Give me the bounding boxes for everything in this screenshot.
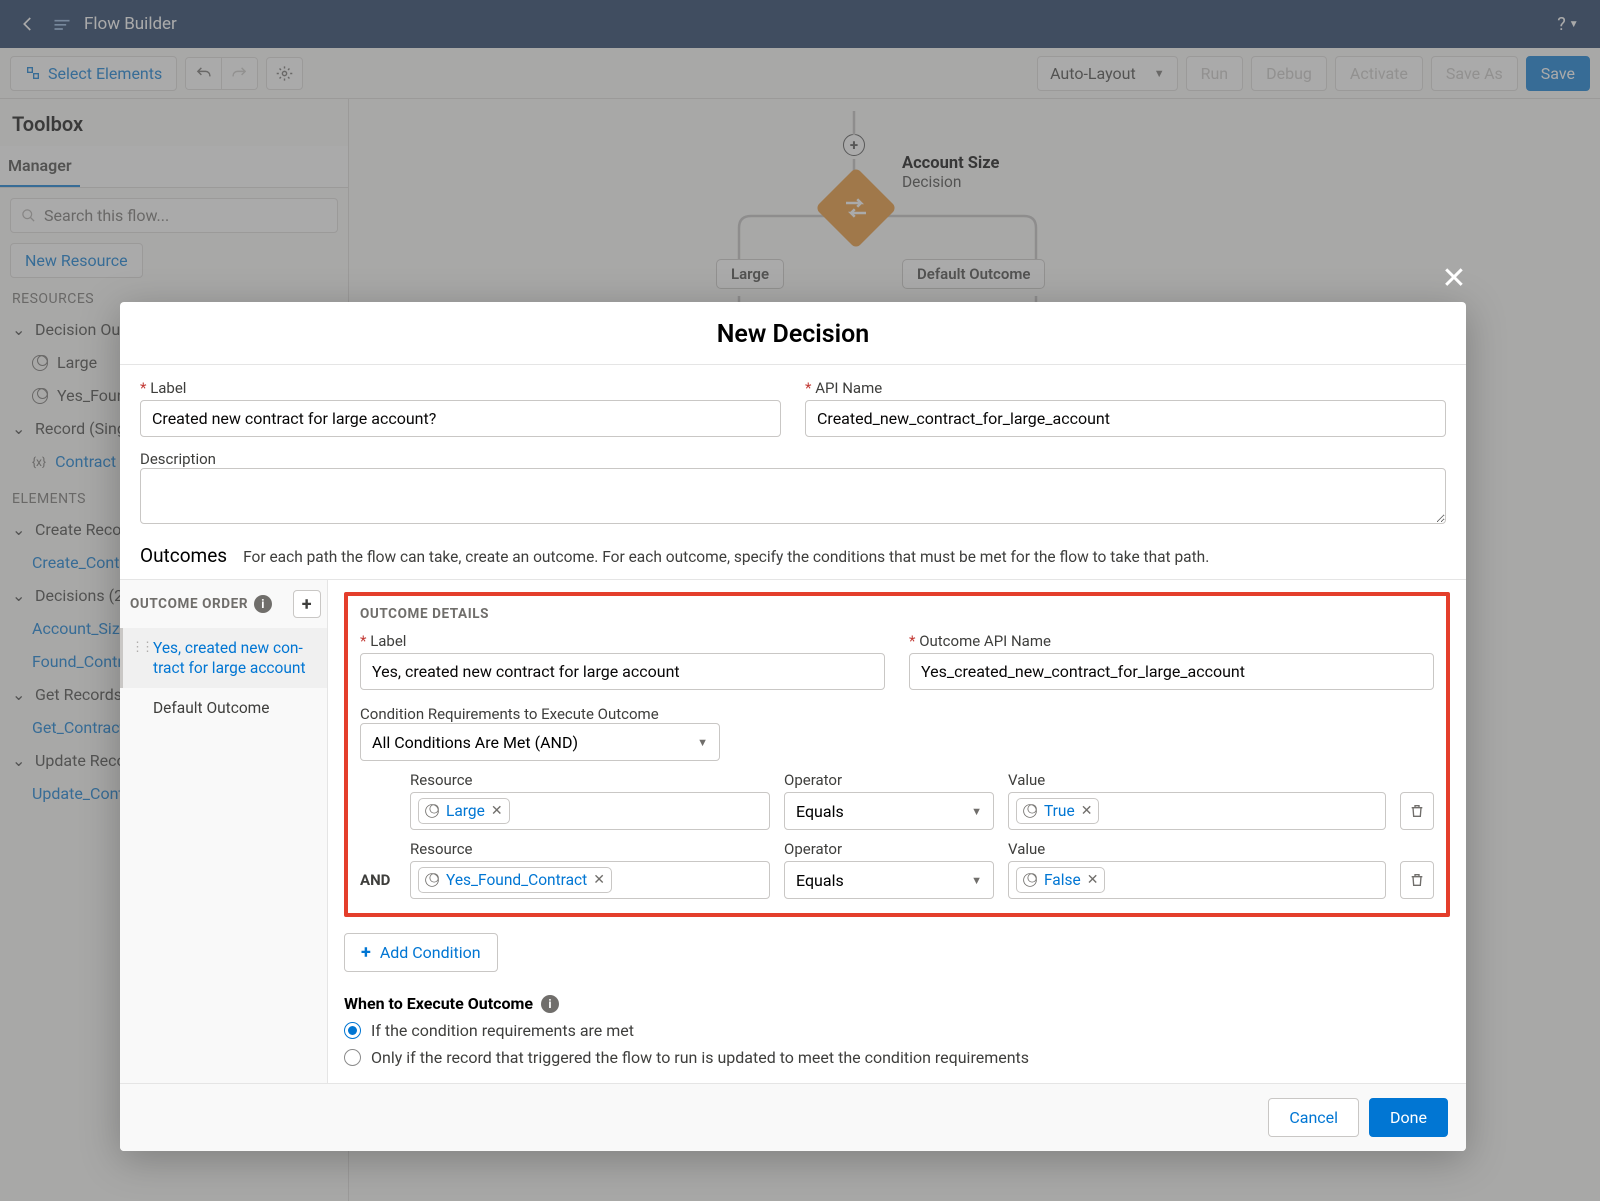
radio-icon	[344, 1022, 361, 1039]
operator-label: Operator	[784, 771, 994, 789]
outcomes-heading: Outcomes	[140, 544, 227, 567]
remove-icon[interactable]: ✕	[1081, 803, 1093, 819]
modal-footer: Cancel Done	[120, 1083, 1466, 1151]
operator-label: Operator	[784, 840, 994, 858]
and-label: AND	[360, 871, 396, 899]
value-input[interactable]: True✕	[1008, 792, 1386, 830]
outcomes-desc: For each path the flow can take, create …	[243, 548, 1209, 566]
outcome-icon	[425, 804, 439, 818]
label-label: Label	[140, 379, 781, 397]
outcome-order-panel: OUTCOME ORDER i + ⋮⋮Yes, created new con-…	[120, 580, 328, 1083]
outcome-order-item-default[interactable]: Default Outcome	[120, 688, 327, 728]
chevron-down-icon: ▼	[971, 874, 982, 887]
remove-icon[interactable]: ✕	[491, 803, 503, 819]
add-outcome-button[interactable]: +	[293, 590, 321, 618]
outcome-icon	[425, 873, 439, 887]
remove-icon[interactable]: ✕	[1087, 872, 1099, 888]
outcome-details-title: OUTCOME DETAILS	[360, 606, 1434, 622]
info-icon[interactable]: i	[254, 595, 272, 613]
operator-select[interactable]: Equals▼	[784, 792, 994, 830]
label-input[interactable]	[140, 400, 781, 437]
description-label: Description	[140, 450, 216, 468]
resource-input[interactable]: Yes_Found_Contract✕	[410, 861, 770, 899]
info-icon[interactable]: i	[541, 995, 559, 1013]
outcome-icon	[1023, 873, 1037, 887]
highlighted-region: OUTCOME DETAILS Label Outcome API Name C…	[344, 592, 1450, 917]
delete-row-button[interactable]	[1400, 861, 1434, 899]
chevron-down-icon: ▼	[697, 736, 708, 749]
outcome-label-label: Label	[360, 632, 885, 650]
resource-input[interactable]: Large✕	[410, 792, 770, 830]
delete-row-button[interactable]	[1400, 792, 1434, 830]
new-decision-modal: ✕ New Decision Label API Name Descriptio…	[120, 302, 1466, 1151]
api-name-label: API Name	[805, 379, 1446, 397]
outcome-icon	[1023, 804, 1037, 818]
done-button[interactable]: Done	[1369, 1098, 1448, 1137]
when-option-2[interactable]: Only if the record that triggered the fl…	[344, 1048, 1450, 1067]
resource-label: Resource	[410, 771, 770, 789]
value-label: Value	[1008, 840, 1386, 858]
when-execute-title: When to Execute Outcome	[344, 994, 533, 1013]
remove-icon[interactable]: ✕	[593, 872, 605, 888]
outcome-details-panel: OUTCOME DETAILS Label Outcome API Name C…	[328, 580, 1466, 1083]
modal-overlay: ✕ New Decision Label API Name Descriptio…	[0, 0, 1600, 1201]
outcome-order-title: OUTCOME ORDER	[130, 596, 248, 612]
condition-req-label: Condition Requirements to Execute Outcom…	[360, 705, 659, 723]
api-name-input[interactable]	[805, 400, 1446, 437]
close-icon[interactable]: ✕	[1436, 260, 1472, 296]
outcome-label-input[interactable]	[360, 653, 885, 690]
cancel-button[interactable]: Cancel	[1268, 1098, 1359, 1137]
add-condition-button[interactable]: + Add Condition	[344, 933, 498, 972]
operator-select[interactable]: Equals▼	[784, 861, 994, 899]
outcome-order-item[interactable]: ⋮⋮Yes, created new con- tract for large …	[120, 628, 327, 688]
radio-icon	[344, 1049, 361, 1066]
chevron-down-icon: ▼	[971, 805, 982, 818]
plus-icon: +	[361, 942, 371, 963]
outcome-api-input[interactable]	[909, 653, 1434, 690]
description-input[interactable]	[140, 468, 1446, 524]
value-label: Value	[1008, 771, 1386, 789]
modal-title: New Decision	[120, 302, 1466, 365]
when-execute-section: When to Execute Outcome i If the conditio…	[344, 994, 1450, 1067]
drag-icon[interactable]: ⋮⋮	[131, 640, 151, 657]
resource-label: Resource	[410, 840, 770, 858]
when-option-1[interactable]: If the condition requirements are met	[344, 1021, 1450, 1040]
condition-req-select[interactable]: All Conditions Are Met (AND) ▼	[360, 723, 720, 761]
outcome-api-label: Outcome API Name	[909, 632, 1434, 650]
value-input[interactable]: False✕	[1008, 861, 1386, 899]
